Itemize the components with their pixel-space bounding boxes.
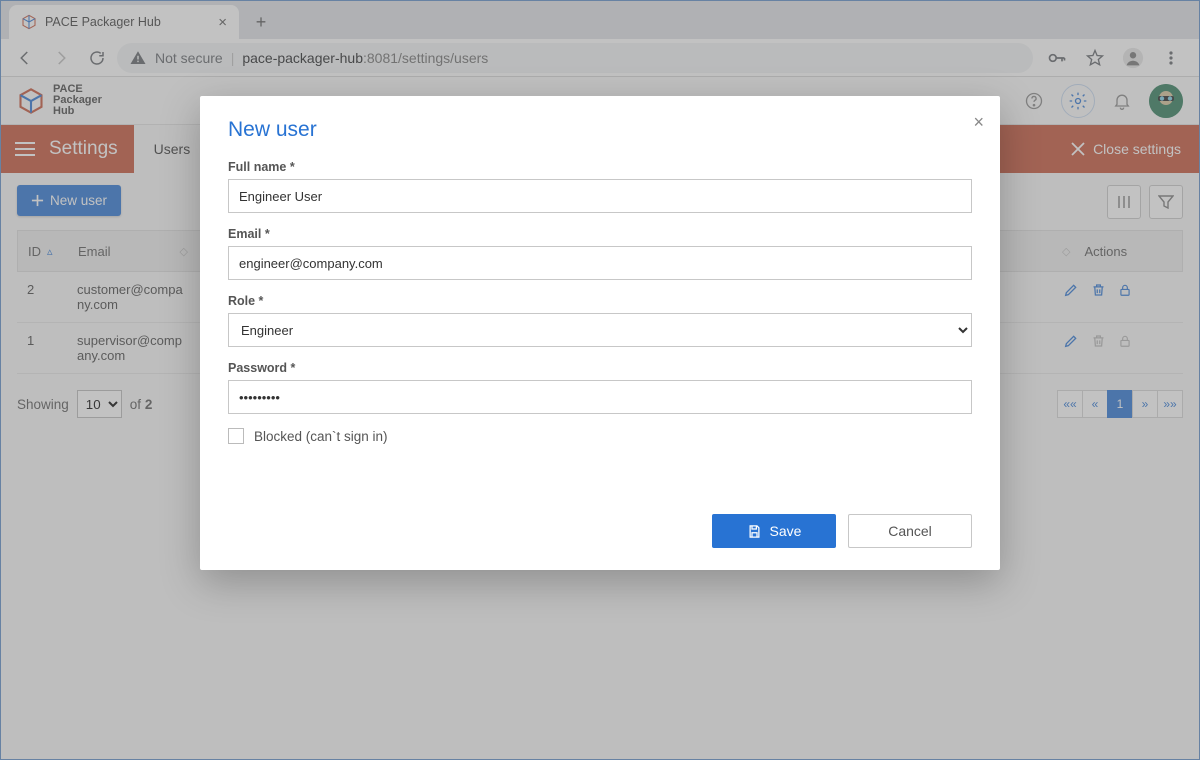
blocked-label: Blocked (can`t sign in) bbox=[254, 429, 388, 444]
email-label: Email * bbox=[228, 227, 972, 241]
save-button[interactable]: Save bbox=[712, 514, 836, 548]
save-icon bbox=[747, 524, 762, 539]
password-input[interactable] bbox=[228, 380, 972, 414]
cancel-button[interactable]: Cancel bbox=[848, 514, 972, 548]
blocked-checkbox[interactable] bbox=[228, 428, 244, 444]
role-select[interactable]: Engineer bbox=[228, 313, 972, 347]
full-name-input[interactable] bbox=[228, 179, 972, 213]
role-label: Role * bbox=[228, 294, 972, 308]
email-input[interactable] bbox=[228, 246, 972, 280]
modal-title: New user bbox=[228, 118, 972, 142]
password-label: Password * bbox=[228, 361, 972, 375]
save-label: Save bbox=[770, 523, 802, 539]
modal-close-button[interactable]: × bbox=[973, 112, 984, 133]
new-user-modal: × New user Full name * Email * Role * En… bbox=[200, 96, 1000, 570]
full-name-label: Full name * bbox=[228, 160, 972, 174]
modal-overlay: × New user Full name * Email * Role * En… bbox=[0, 0, 1200, 760]
